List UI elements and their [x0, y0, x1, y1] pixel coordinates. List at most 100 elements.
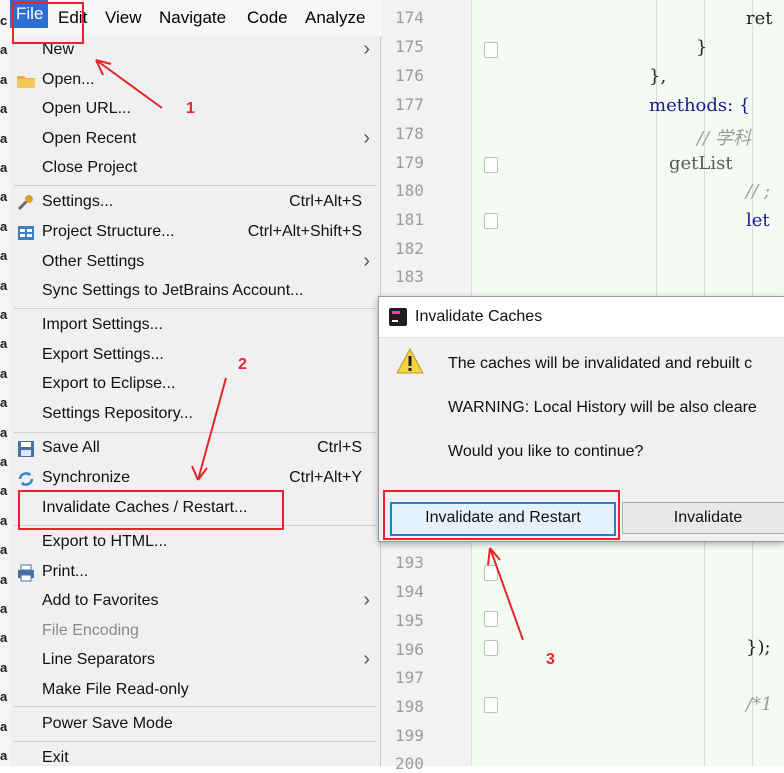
menu-view[interactable]: View [105, 8, 142, 28]
menu-item-open[interactable]: Open... [10, 66, 380, 95]
tree-item-fragment: a [0, 542, 8, 558]
fold-marker-icon[interactable] [484, 611, 498, 627]
menu-item-settings-repository[interactable]: Settings Repository... [10, 400, 380, 429]
tree-item-fragment: a [0, 689, 8, 705]
line-number: 182 [395, 239, 424, 258]
menu-navigate[interactable]: Navigate [159, 8, 226, 28]
tree-item-fragment: c [0, 13, 8, 28]
menu-item-settings[interactable]: Settings... Ctrl+Alt+S [10, 188, 380, 217]
tree-item-fragment: a [0, 218, 8, 234]
menu-item-close-project[interactable]: Close Project [10, 154, 380, 183]
tree-item-fragment: a [0, 424, 8, 440]
menu-item-shortcut: Ctrl+Alt+Y [289, 469, 362, 486]
annotation-number: 2 [238, 356, 247, 373]
fold-marker-icon[interactable] [484, 640, 498, 656]
line-number: 181 [395, 210, 424, 229]
tree-item-fragment: a [0, 248, 8, 264]
menu-item-label: Power Save Mode [42, 715, 173, 732]
printer-icon [18, 564, 34, 582]
invalidate-button[interactable]: Invalidate [622, 502, 784, 534]
dialog-question: Would you like to continue? [448, 443, 644, 460]
menu-item-shortcut: Ctrl+Alt+S [289, 193, 362, 210]
tree-item-fragment: a [0, 336, 8, 352]
tree-item-fragment: a [0, 718, 8, 734]
save-icon [18, 441, 34, 457]
fold-marker-icon[interactable] [484, 565, 498, 581]
tree-item-fragment: a [0, 571, 8, 587]
annotation-box-invalidate-menu [18, 490, 284, 530]
line-number: 183 [395, 267, 424, 286]
fold-marker-icon[interactable] [484, 42, 498, 58]
project-tree-strip: caaaaaaaaaaaaaaaaaaaaaaaaa [0, 0, 10, 766]
fold-marker-icon[interactable] [484, 157, 498, 173]
menu-item-make-read-only[interactable]: Make File Read-only [10, 676, 380, 705]
tree-item-fragment: a [0, 601, 8, 616]
submenu-arrow-icon: › [363, 589, 370, 611]
tree-item-fragment: a [0, 483, 8, 499]
menu-item-sync-settings[interactable]: Sync Settings to JetBrains Account... [10, 277, 380, 306]
code-line: // ; [746, 181, 770, 202]
code-line: // 学科 [697, 128, 751, 149]
fold-marker-icon[interactable] [484, 697, 498, 713]
tree-item-fragment: a [0, 130, 8, 146]
code-line: let [746, 210, 770, 231]
menu-item-label: Settings Repository... [42, 405, 193, 422]
fold-marker-icon[interactable] [484, 213, 498, 229]
code-line: methods: { [649, 95, 751, 116]
tree-item-fragment: a [0, 365, 8, 381]
menu-item-label: Make File Read-only [42, 681, 189, 698]
code-line: /*1 [746, 694, 773, 715]
menu-item-label: Import Settings... [42, 316, 163, 333]
menu-item-other-settings[interactable]: Other Settings › [10, 248, 380, 277]
annotation-box-file [12, 2, 84, 44]
menu-item-synchronize[interactable]: Synchronize Ctrl+Alt+Y [10, 464, 380, 493]
menu-item-label: Print... [42, 563, 89, 580]
line-number: 196 [395, 640, 424, 659]
line-number: 178 [395, 124, 424, 143]
menu-item-label: Export Settings... [42, 346, 164, 363]
menu-item-label: Settings... [42, 193, 114, 210]
dialog-title: Invalidate Caches [415, 308, 543, 325]
line-number: 193 [395, 553, 424, 572]
menu-item-label: Other Settings [42, 253, 145, 270]
menu-item-project-structure[interactable]: Project Structure... Ctrl+Alt+Shift+S [10, 218, 380, 247]
menu-item-print[interactable]: Print... [10, 558, 380, 587]
submenu-arrow-icon: › [363, 648, 370, 670]
line-number: 195 [395, 611, 424, 630]
menu-item-add-favorites[interactable]: Add to Favorites › [10, 587, 380, 616]
menu-item-import-settings[interactable]: Import Settings... [10, 311, 380, 340]
menu-item-save-all[interactable]: Save All Ctrl+S [10, 434, 380, 463]
menu-item-open-recent[interactable]: Open Recent › [10, 125, 380, 154]
menu-separator [14, 432, 376, 433]
tree-item-fragment: a [0, 307, 8, 322]
code-line: } [696, 37, 708, 58]
file-menu-dropdown: New › Open... Open URL... Open Recent › Cl… [10, 36, 381, 766]
menu-item-open-url[interactable]: Open URL... [10, 95, 380, 124]
menu-item-shortcut: Ctrl+Alt+Shift+S [247, 223, 362, 240]
menu-item-export-eclipse[interactable]: Export to Eclipse... [10, 370, 380, 399]
menu-separator [14, 308, 376, 309]
menu-item-power-save[interactable]: Power Save Mode [10, 710, 380, 739]
menu-item-label: Exit [42, 749, 69, 766]
menu-item-line-separators[interactable]: Line Separators › [10, 646, 380, 675]
tree-item-fragment: a [0, 630, 8, 646]
code-line: ret [746, 8, 773, 29]
menu-item-export-settings[interactable]: Export Settings... [10, 341, 380, 370]
menu-separator [14, 741, 376, 742]
menu-separator [14, 706, 376, 707]
menu-item-label: Synchronize [42, 469, 131, 486]
menu-analyze[interactable]: Analyze [305, 8, 365, 28]
menu-item-file-encoding[interactable]: File Encoding [10, 617, 380, 646]
menu-code[interactable]: Code [247, 8, 288, 28]
wrench-icon [17, 195, 33, 211]
tree-item-fragment: a [0, 160, 8, 175]
dialog-titlebar: Invalidate Caches [379, 297, 784, 338]
menu-item-export-html[interactable]: Export to HTML... [10, 528, 380, 557]
menu-item-label: File Encoding [42, 622, 139, 639]
submenu-arrow-icon: › [363, 38, 370, 60]
dialog-message: The caches will be invalidated and rebui… [448, 355, 753, 372]
menu-item-exit[interactable]: Exit [10, 744, 380, 773]
menu-item-label: Add to Favorites [42, 592, 159, 609]
dialog-warning-text: WARNING: Local History will be also clea… [448, 399, 757, 416]
menu-item-label: Close Project [42, 159, 138, 176]
